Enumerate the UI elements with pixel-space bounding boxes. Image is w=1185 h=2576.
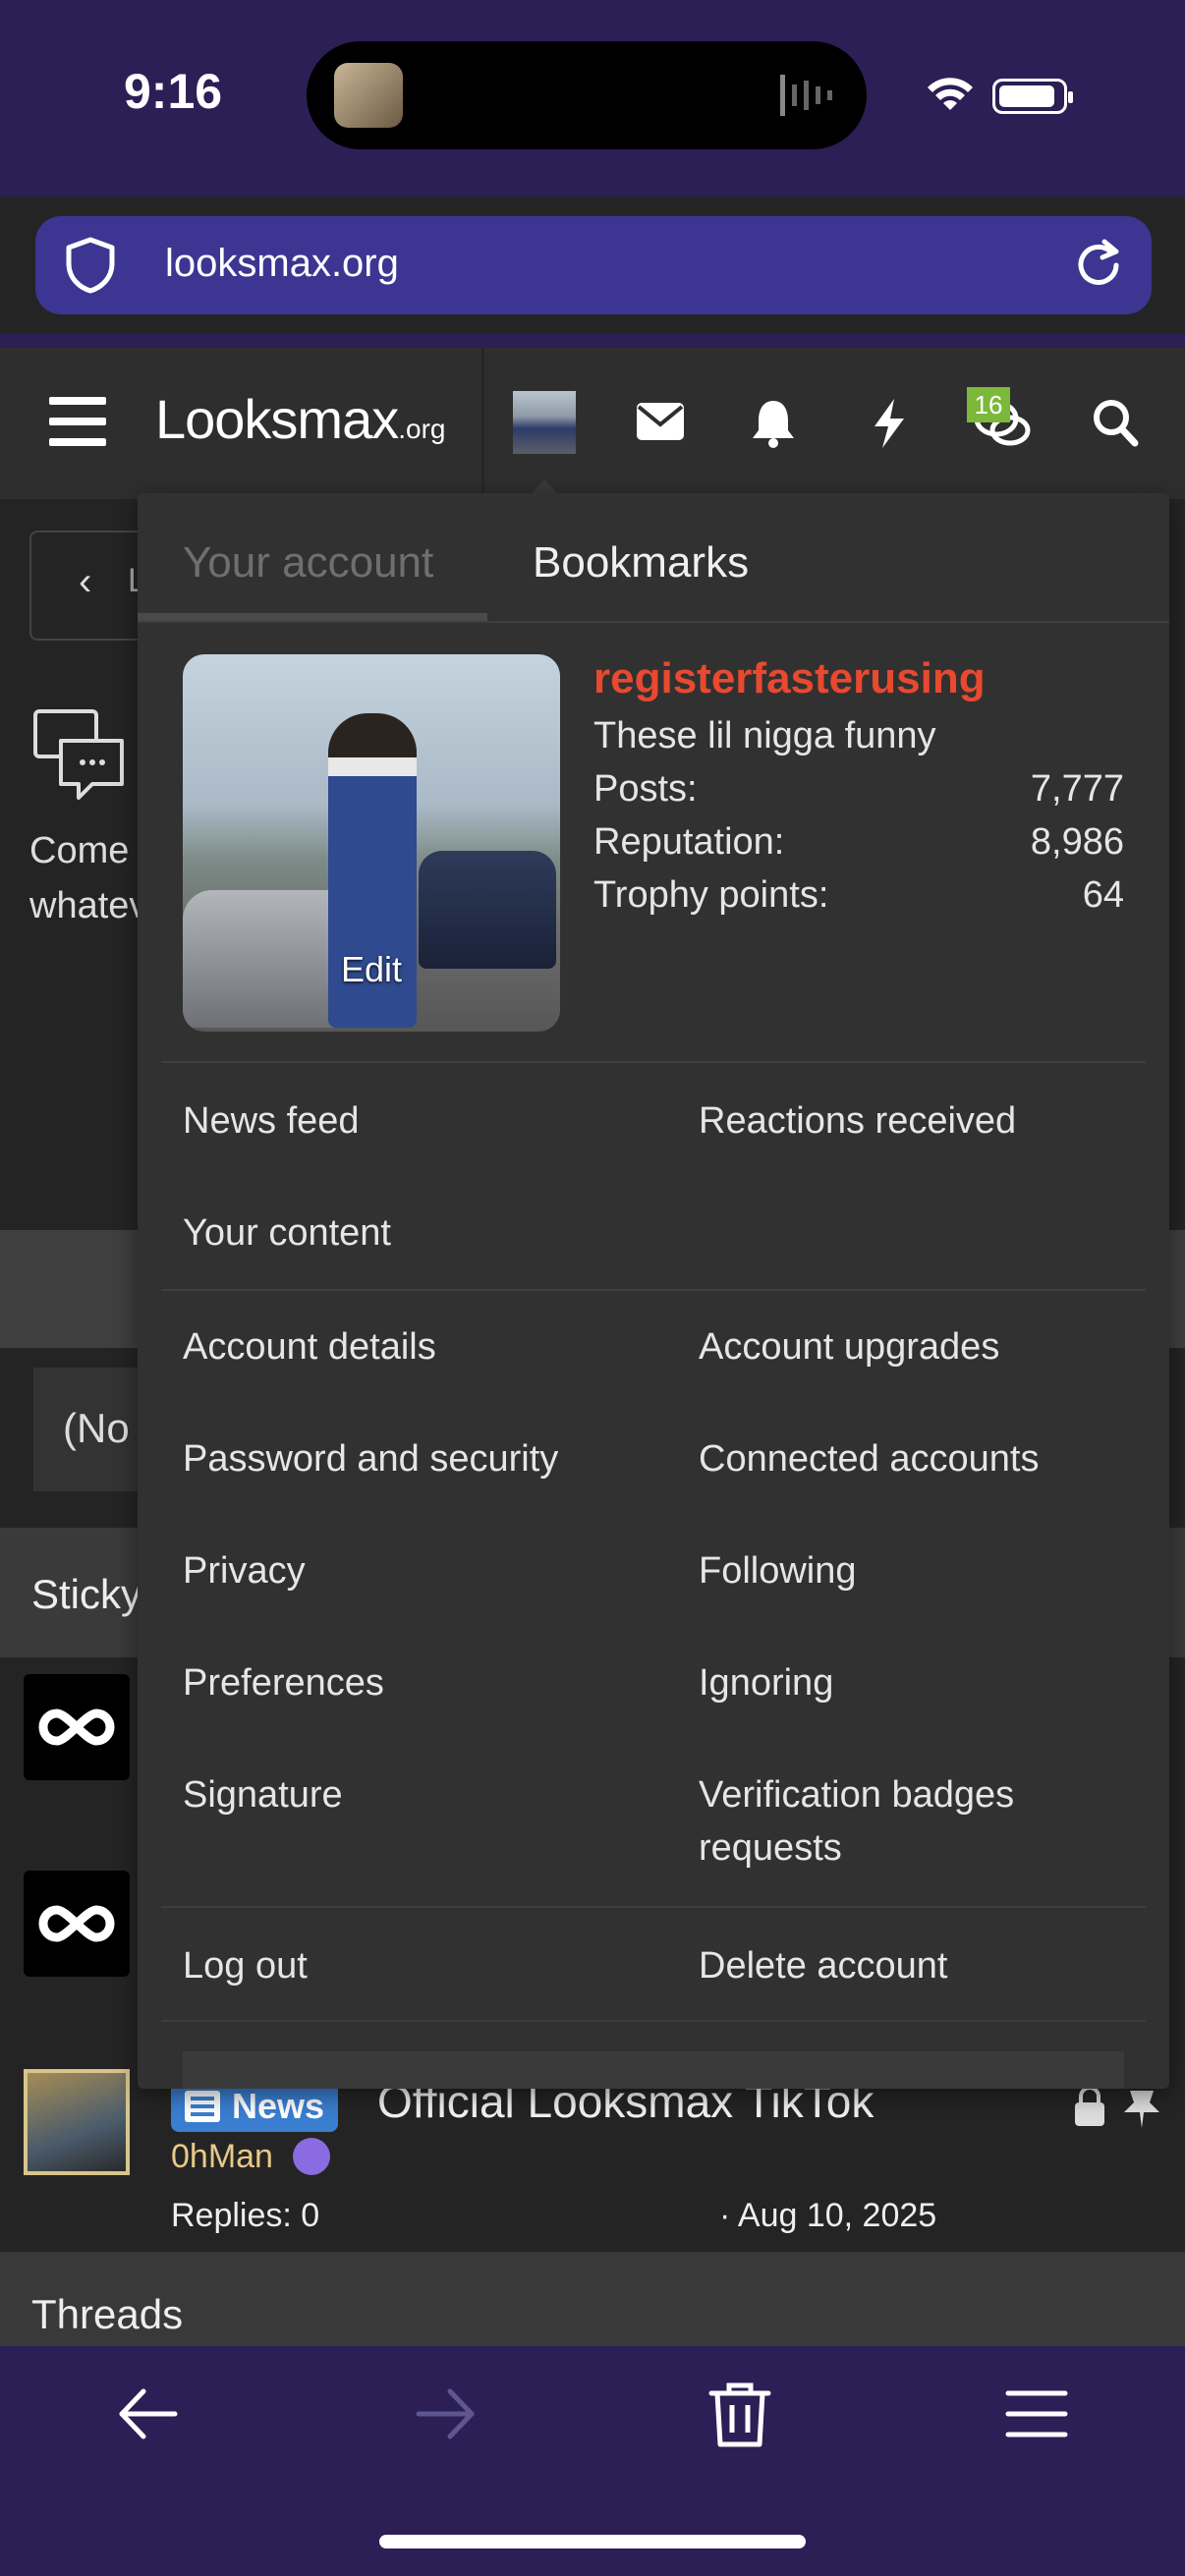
search-icon[interactable] (1091, 397, 1140, 448)
forward-arrow-icon[interactable] (411, 2380, 480, 2448)
menu-account-upgrades[interactable]: Account upgrades (699, 1320, 999, 1373)
tab-bookmarks[interactable]: Bookmarks (533, 538, 749, 588)
stat-reputation: Reputation: 8,986 (593, 821, 1124, 863)
newspaper-icon (185, 2091, 220, 2122)
hamburger-menu-icon[interactable] (49, 397, 106, 446)
menu-password-and-security[interactable]: Password and security (183, 1432, 558, 1485)
site-header: Looksmax.org 16 (0, 348, 1185, 499)
trash-icon[interactable] (707, 2380, 772, 2448)
reload-icon[interactable] (1069, 236, 1128, 295)
infinity-logo-icon (38, 1708, 115, 1746)
battery-icon (992, 79, 1073, 114)
alerts-bell-icon[interactable] (751, 397, 796, 448)
profile-avatar[interactable]: Edit (183, 654, 560, 1032)
tab-your-account[interactable]: Your account (183, 538, 433, 588)
edit-avatar-link[interactable]: Edit (183, 949, 560, 990)
menu-privacy[interactable]: Privacy (183, 1544, 306, 1597)
browser-chrome-bottom (0, 334, 1185, 348)
account-dropdown-menu: Your account Bookmarks Edit registerfast… (138, 493, 1169, 2089)
sticky-thread-logo[interactable] (24, 1871, 130, 1977)
active-tab-indicator (138, 613, 487, 621)
menu-ignoring[interactable]: Ignoring (699, 1656, 833, 1709)
thread-author[interactable]: 0hMan (171, 2138, 273, 2176)
back-arrow-icon[interactable] (114, 2380, 183, 2448)
chevron-left-icon: ‹ (79, 560, 92, 603)
thread-date: · Aug 10, 2025 (719, 2197, 937, 2234)
menu-your-content[interactable]: Your content (183, 1206, 391, 1260)
menu-account-details[interactable]: Account details (183, 1320, 436, 1373)
wifi-icon (928, 78, 973, 110)
now-playing-artwork (334, 63, 403, 128)
site-logo[interactable]: Looksmax.org (155, 387, 445, 451)
lock-pin-icon (1075, 2087, 1159, 2128)
threads-header: Threads (0, 2252, 1185, 2346)
threads-label: Threads (31, 2291, 184, 2337)
menu-separator (161, 1061, 1146, 1063)
stat-trophy-points: Trophy points: 64 (593, 874, 1124, 916)
status-time: 9:16 (124, 64, 223, 119)
menu-news-feed[interactable]: News feed (183, 1094, 360, 1148)
menu-separator (161, 1289, 1146, 1291)
account-avatar-button[interactable] (513, 391, 576, 454)
back-button[interactable]: ‹ L (29, 531, 147, 641)
infinity-logo-icon (38, 1905, 115, 1942)
stat-posts: Posts: 7,777 (593, 768, 1124, 810)
dynamic-island[interactable] (307, 41, 867, 149)
conversations-count-badge: 16 (967, 387, 1010, 422)
forum-chat-icon (33, 709, 124, 800)
ios-status-bar: 9:16 (0, 0, 1185, 196)
menu-delete-account[interactable]: Delete account (699, 1939, 948, 1992)
profile-username[interactable]: registerfasterusing (593, 654, 986, 703)
menu-verification-badges-requests[interactable]: Verification badges requests (699, 1768, 1121, 1875)
whats-new-lightning-icon[interactable] (869, 397, 908, 450)
verified-badge-icon (293, 2138, 330, 2175)
url-bar[interactable]: looksmax.org (35, 216, 1152, 314)
prefix-filter-label: (No (63, 1405, 130, 1451)
sticky-threads-label: Sticky (31, 1571, 142, 1617)
url-text[interactable]: looksmax.org (165, 242, 399, 286)
header-divider (481, 348, 484, 499)
thread-author-avatar[interactable] (24, 2069, 130, 2175)
menu-reactions-received[interactable]: Reactions received (699, 1094, 1016, 1148)
menu-signature[interactable]: Signature (183, 1768, 343, 1821)
menu-following[interactable]: Following (699, 1544, 857, 1597)
menu-lines-icon[interactable] (1002, 2380, 1071, 2448)
audio-waveform-icon (780, 75, 832, 116)
home-indicator[interactable] (379, 2535, 806, 2548)
menu-separator (161, 2020, 1146, 2022)
menu-log-out[interactable]: Log out (183, 1939, 308, 1992)
shield-icon[interactable] (63, 236, 118, 295)
profile-user-title: These lil nigga funny (593, 715, 936, 756)
sticky-thread-logo[interactable] (24, 1674, 130, 1780)
inbox-envelope-icon[interactable] (635, 397, 686, 446)
status-update-field[interactable] (183, 2051, 1124, 2089)
menu-connected-accounts[interactable]: Connected accounts (699, 1432, 1039, 1485)
menu-preferences[interactable]: Preferences (183, 1656, 384, 1709)
thread-replies: Replies: 0 (171, 2197, 320, 2234)
menu-tabs: Your account Bookmarks (138, 493, 1169, 623)
menu-separator (161, 1906, 1146, 1908)
